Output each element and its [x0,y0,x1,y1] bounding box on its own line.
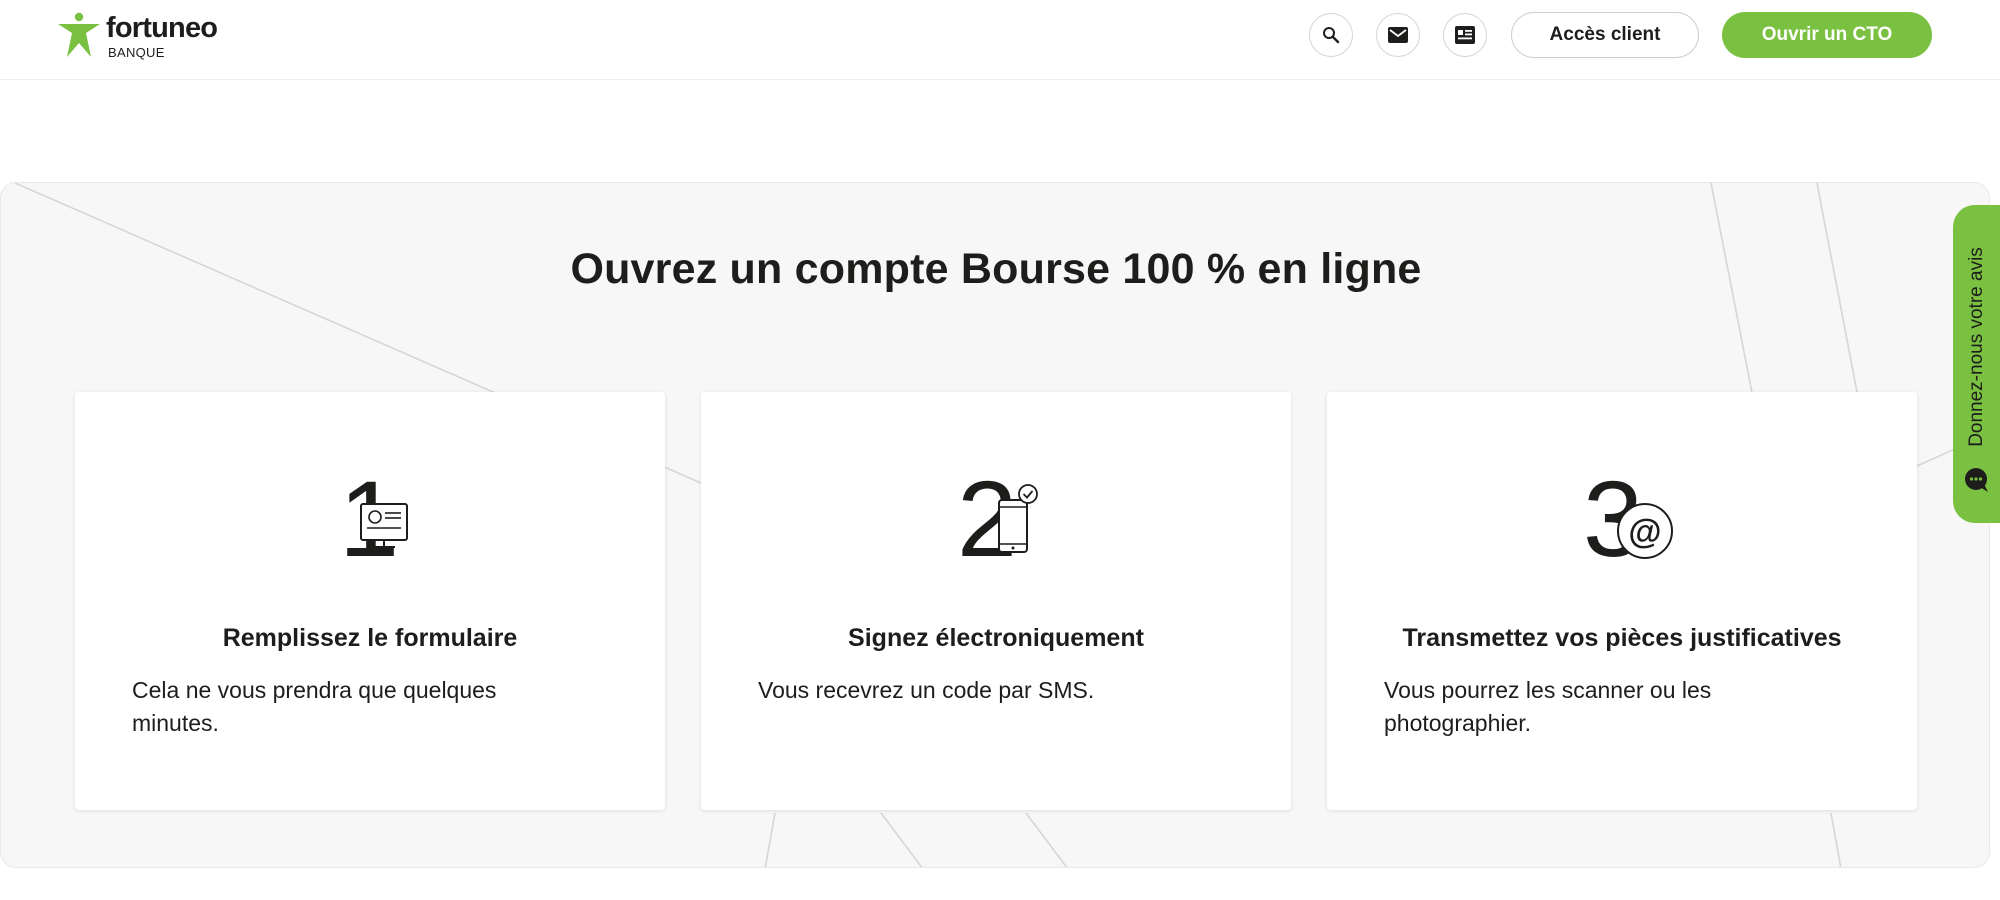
step-description: Cela ne vous prendra que quelques minute… [132,677,497,736]
news-button[interactable] [1443,13,1487,57]
feedback-label: Donnez-nous votre avis [1965,247,1987,447]
step-title: Signez électroniquement [848,624,1144,652]
step-card-3: 3 @ Transmettez vos pièces justificative… [1327,392,1917,810]
brand-subtitle: BANQUE [108,45,165,60]
feedback-tab[interactable]: Donnez-nous votre avis [1953,205,2000,523]
mail-icon [1388,27,1408,43]
client-access-button[interactable]: Accès client [1511,12,1699,58]
step-description: Vous recevrez un code par SMS. [758,677,1095,703]
brand-name: fortuneo [106,12,218,44]
steps-section: Ouvrez un compte Bourse 100 % en ligne 1… [0,182,1990,868]
at-sign-icon: 3 @ [1583,460,1673,570]
section-title: Ouvrez un compte Bourse 100 % en ligne [570,245,1422,293]
chat-bubble-icon [1965,468,1988,492]
newspaper-icon [1455,26,1475,44]
brand-logo[interactable]: fortuneo BANQUE [58,12,228,62]
search-icon [1323,27,1340,44]
step-card-1: 1 Remplissez le formulaire Cela ne vous … [75,392,665,810]
computer-form-icon: 1 [339,460,408,570]
search-button[interactable] [1309,13,1353,57]
step-card-2: 2 Signez électroniquement Vous recevrez … [701,392,1291,810]
step-description: Vous pourrez les scanner ou les photogra… [1384,677,1712,736]
svg-text:@: @ [1628,513,1661,551]
fortuneo-star-icon [58,12,100,57]
contact-button[interactable] [1376,13,1420,57]
smartphone-check-icon: 2 [957,460,1038,570]
step-title: Remplissez le formulaire [222,624,518,652]
open-cto-button[interactable]: Ouvrir un CTO [1722,12,1932,58]
step-title: Transmettez vos pièces justificatives [1402,624,1842,652]
site-header: fortuneo BANQUE Accès client Ouvrir un C… [0,0,2000,80]
